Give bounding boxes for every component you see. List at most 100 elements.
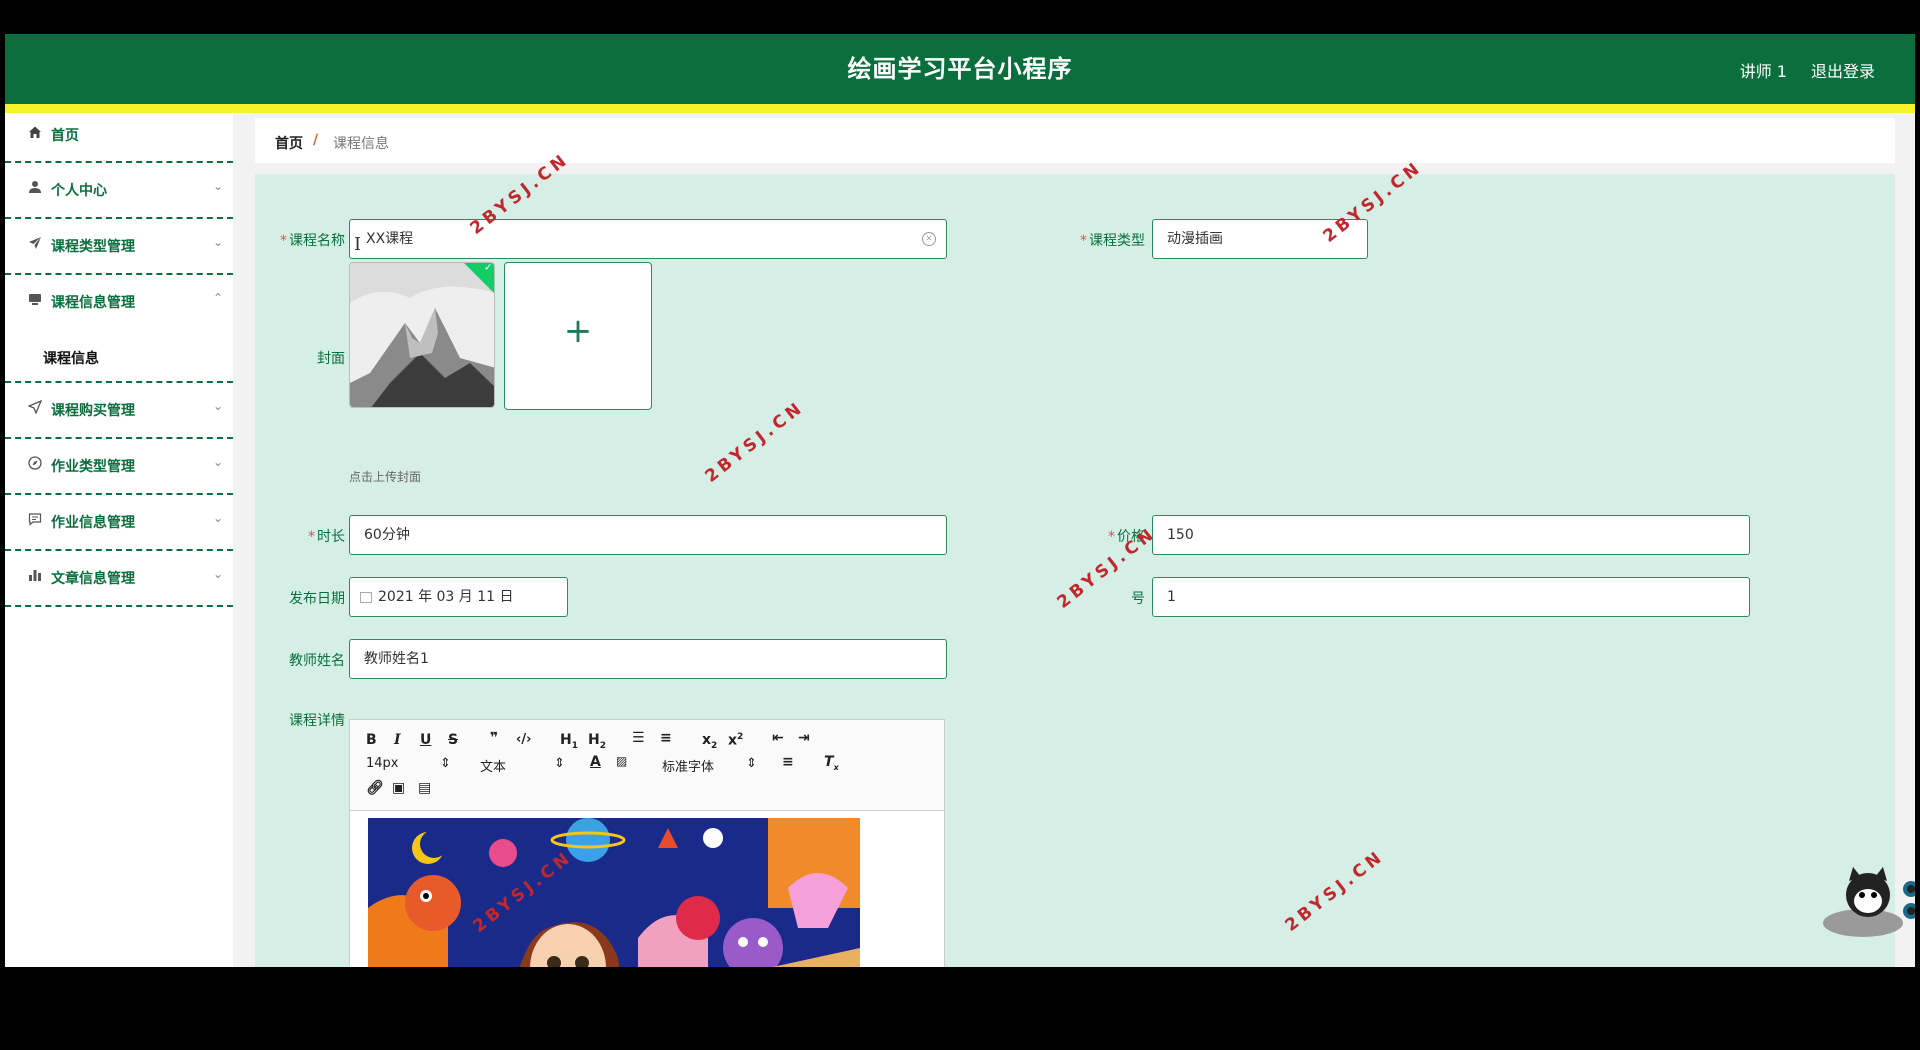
sidebar-item-course-info[interactable]: 课程信息管理 ⌃ [5, 275, 233, 331]
publish-date-picker[interactable]: 2021 年 03 月 11 日 [349, 577, 568, 617]
clear-icon[interactable]: ✕ [922, 232, 936, 246]
order-label: 号 [1131, 591, 1145, 607]
cartoon-illustration [368, 818, 860, 967]
user-icon [27, 180, 43, 196]
select-arrows-icon: ⇕ [554, 756, 565, 771]
course-type-select[interactable]: 动漫插画 [1152, 219, 1368, 259]
font-family-select[interactable]: 标准字体 [662, 756, 714, 775]
link-icon[interactable]: 🔗︎ [366, 780, 384, 796]
course-form: * 课程名称 I XX课程 ✕ * 课程类型 动漫插画 封面 ✓ + 点击上传封面 … [255, 174, 1895, 967]
chevron-down-icon: ⌄ [212, 511, 223, 525]
editor-inserted-image[interactable] [368, 818, 860, 967]
course-name-input[interactable]: I XX课程 ✕ [349, 219, 947, 259]
breadcrumb-separator: / [313, 132, 319, 148]
check-icon: ✓ [484, 262, 493, 274]
chevron-down-icon: ⌄ [212, 235, 223, 249]
video-icon[interactable]: ▤ [418, 780, 431, 796]
h2-button[interactable]: H2 [588, 732, 606, 751]
sidebar-item-label: 课程信息管理 [51, 295, 135, 311]
details-label: 课程详情 [289, 713, 345, 729]
order-input[interactable]: 1 [1152, 577, 1750, 617]
cat-mascot-widget[interactable] [1813, 867, 1915, 941]
breadcrumb-current: 课程信息 [333, 136, 389, 152]
sidebar-item-label: 作业信息管理 [51, 515, 135, 531]
code-icon[interactable]: ‹/› [516, 732, 531, 747]
sidebar-item-home[interactable]: 首页 [5, 113, 233, 163]
app-title: 绘画学习平台小程序 [847, 55, 1073, 83]
subscript-button[interactable]: x2 [702, 732, 717, 751]
outdent-icon[interactable]: ⇤ [772, 730, 784, 746]
sidebar-item-label: 课程购买管理 [51, 403, 135, 419]
rich-text-editor[interactable]: B I U S ❞ ‹/› H1 H2 ☰ ≡ x2 x2 ⇤ ⇥ 14px ⇕… [349, 719, 945, 967]
chevron-down-icon: ⌄ [212, 179, 223, 193]
blockquote-icon[interactable]: ❞ [490, 730, 498, 746]
chevron-down-icon: ⌄ [212, 567, 223, 581]
bar-chart-icon [27, 568, 43, 584]
accent-strip [5, 104, 1915, 113]
monitor-icon [27, 292, 43, 308]
price-label: * 价格 [1108, 529, 1145, 545]
price-input[interactable]: 150 [1152, 515, 1750, 555]
italic-button[interactable]: I [394, 732, 401, 748]
sidebar-item-homework-types[interactable]: 作业类型管理 ⌄ [5, 439, 233, 495]
calendar-icon [360, 591, 372, 603]
plus-icon: + [563, 311, 593, 351]
paper-plane-icon [27, 236, 43, 252]
ordered-list-icon[interactable]: ☰ [632, 730, 645, 746]
text-style-select[interactable]: 文本 [480, 756, 506, 775]
font-color-icon[interactable]: A [590, 754, 601, 770]
chevron-up-icon: ⌃ [212, 291, 223, 305]
teacher-name-label: 教师姓名 [289, 653, 345, 669]
logout-link[interactable]: 退出登录 [1811, 58, 1875, 82]
chevron-down-icon: ⌄ [212, 399, 223, 413]
teacher-name-input[interactable]: 教师姓名1 [349, 639, 947, 679]
h1-button[interactable]: H1 [560, 732, 578, 751]
image-icon[interactable]: ▣ [392, 780, 405, 796]
underline-button[interactable]: U [420, 732, 431, 748]
upload-hint: 点击上传封面 [349, 470, 422, 484]
sidebar-item-course-types[interactable]: 课程类型管理 ⌄ [5, 219, 233, 275]
top-header: 绘画学习平台小程序 讲师 1 退出登录 [5, 34, 1915, 104]
duration-input[interactable]: 60分钟 [349, 515, 947, 555]
sidebar-item-label: 文章信息管理 [51, 571, 135, 587]
ink-mountain-image [350, 263, 494, 407]
bullet-list-icon[interactable]: ≡ [660, 730, 672, 746]
sidebar-item-articles[interactable]: 文章信息管理 ⌄ [5, 551, 233, 607]
chevron-down-icon: ⌄ [212, 455, 223, 469]
superscript-button[interactable]: x2 [728, 732, 743, 749]
select-arrows-icon: ⇕ [746, 756, 757, 771]
sidebar: 首页 个人中心 ⌄ 课程类型管理 ⌄ 课程信息管理 ⌃ 课程信息 课程购买管理 … [5, 113, 233, 967]
bold-button[interactable]: B [366, 732, 377, 748]
sidebar-item-label: 个人中心 [51, 183, 107, 199]
current-user[interactable]: 讲师 1 [1740, 58, 1787, 82]
chat-icon [27, 512, 43, 528]
app-window: 绘画学习平台小程序 讲师 1 退出登录 首页 个人中心 ⌄ 课程类型管理 ⌄ 课… [5, 34, 1915, 967]
breadcrumb-home[interactable]: 首页 [275, 133, 303, 153]
background-color-icon[interactable]: ▨ [616, 754, 627, 768]
cover-thumbnail[interactable]: ✓ [349, 262, 495, 408]
editor-toolbar: B I U S ❞ ‹/› H1 H2 ☰ ≡ x2 x2 ⇤ ⇥ 14px ⇕… [350, 720, 944, 811]
sidebar-item-label: 作业类型管理 [51, 459, 135, 475]
sidebar-subitem-course-info[interactable]: 课程信息 [5, 331, 233, 383]
send-icon [27, 399, 43, 416]
indent-icon[interactable]: ⇥ [798, 730, 810, 746]
select-arrows-icon: ⇕ [440, 756, 451, 771]
sidebar-item-label: 首页 [51, 128, 79, 144]
sidebar-item-course-purchase[interactable]: 课程购买管理 ⌄ [5, 383, 233, 439]
sidebar-subitem-label: 课程信息 [43, 351, 99, 367]
course-type-label: * 课程类型 [1080, 233, 1145, 249]
duration-label: * 时长 [308, 529, 345, 545]
sidebar-item-profile[interactable]: 个人中心 ⌄ [5, 163, 233, 219]
sidebar-item-label: 课程类型管理 [51, 239, 135, 255]
clear-format-icon[interactable]: Tx [824, 754, 839, 772]
publish-date-label: 发布日期 [289, 591, 345, 607]
cover-label: 封面 [317, 351, 345, 367]
align-icon[interactable]: ≡ [782, 754, 794, 770]
upload-cover-button[interactable]: + [504, 262, 652, 410]
text-cursor-icon: I [354, 234, 362, 255]
course-name-label: * 课程名称 [280, 233, 345, 249]
strike-button[interactable]: S [448, 732, 458, 748]
sidebar-item-homework-info[interactable]: 作业信息管理 ⌄ [5, 495, 233, 551]
compass-icon [27, 456, 43, 472]
font-size-select[interactable]: 14px [366, 756, 399, 771]
